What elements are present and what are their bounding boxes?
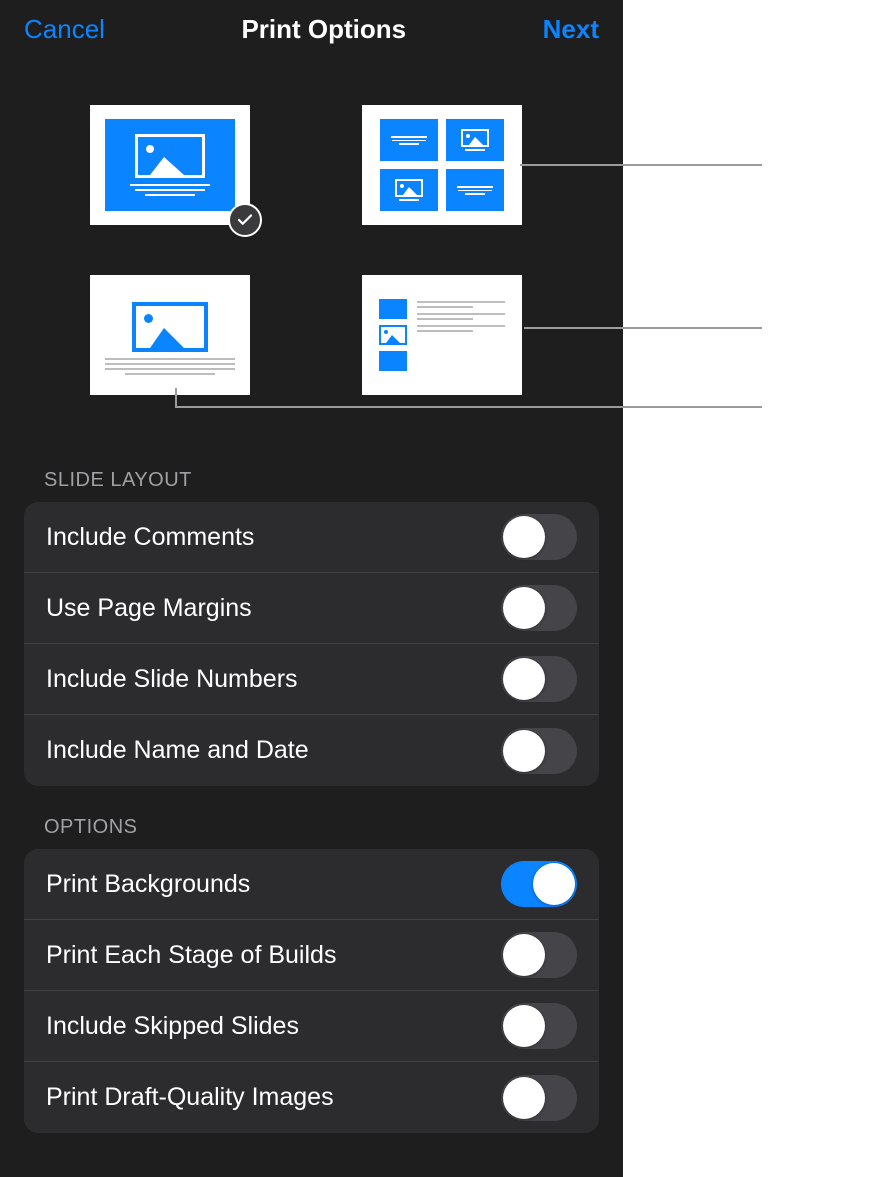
- grid-thumbnail: [380, 119, 504, 211]
- layout-grid: [0, 55, 623, 435]
- row-include-name-date: Include Name and Date: [24, 715, 599, 786]
- checkmark-icon: [228, 203, 262, 237]
- toggle-print-each-stage[interactable]: [501, 932, 577, 978]
- row-label: Include Comments: [46, 523, 254, 552]
- text-lines-icon: [105, 358, 235, 375]
- row-print-each-stage: Print Each Stage of Builds: [24, 920, 599, 991]
- header-bar: Cancel Print Options Next: [0, 0, 623, 55]
- toggle-include-name-date[interactable]: [501, 728, 577, 774]
- image-icon: [135, 134, 205, 178]
- row-include-skipped-slides: Include Skipped Slides: [24, 991, 599, 1062]
- row-label: Include Slide Numbers: [46, 665, 298, 694]
- row-label: Print Each Stage of Builds: [46, 941, 336, 970]
- row-label: Print Backgrounds: [46, 870, 250, 899]
- outline-thumbnail: [365, 285, 519, 385]
- row-include-comments: Include Comments: [24, 502, 599, 573]
- row-label: Include Skipped Slides: [46, 1012, 299, 1041]
- toggle-use-page-margins[interactable]: [501, 585, 577, 631]
- slide-layout-group: Include Comments Use Page Margins Includ…: [24, 502, 599, 786]
- print-options-panel: Cancel Print Options Next: [0, 0, 623, 1177]
- row-use-page-margins: Use Page Margins: [24, 573, 599, 644]
- callout-line: [520, 164, 762, 166]
- section-header-slide-layout: SLIDE LAYOUT: [0, 435, 623, 502]
- layout-option-grid[interactable]: [362, 105, 522, 225]
- page-title: Print Options: [241, 14, 406, 45]
- row-label: Use Page Margins: [46, 594, 252, 623]
- toggle-include-slide-numbers[interactable]: [501, 656, 577, 702]
- callout-line: [175, 388, 177, 408]
- row-label: Include Name and Date: [46, 736, 309, 765]
- toggle-print-draft-quality[interactable]: [501, 1075, 577, 1121]
- row-include-slide-numbers: Include Slide Numbers: [24, 644, 599, 715]
- options-group: Print Backgrounds Print Each Stage of Bu…: [24, 849, 599, 1133]
- toggle-print-backgrounds[interactable]: [501, 861, 577, 907]
- slide-thumbnail: [105, 119, 235, 211]
- next-button[interactable]: Next: [543, 14, 599, 45]
- toggle-include-skipped-slides[interactable]: [501, 1003, 577, 1049]
- layout-option-handout[interactable]: [90, 275, 250, 395]
- row-label: Print Draft-Quality Images: [46, 1083, 334, 1112]
- row-print-draft-quality: Print Draft-Quality Images: [24, 1062, 599, 1133]
- callout-line: [524, 327, 762, 329]
- row-print-backgrounds: Print Backgrounds: [24, 849, 599, 920]
- text-lines-icon: [130, 184, 210, 196]
- layout-option-outline[interactable]: [362, 275, 522, 395]
- section-header-options: OPTIONS: [0, 786, 623, 849]
- toggle-include-comments[interactable]: [501, 514, 577, 560]
- cancel-button[interactable]: Cancel: [24, 14, 105, 45]
- callout-line: [175, 406, 762, 408]
- image-icon: [132, 302, 208, 352]
- handout-thumbnail: [105, 296, 235, 375]
- layout-option-slide[interactable]: [90, 105, 250, 225]
